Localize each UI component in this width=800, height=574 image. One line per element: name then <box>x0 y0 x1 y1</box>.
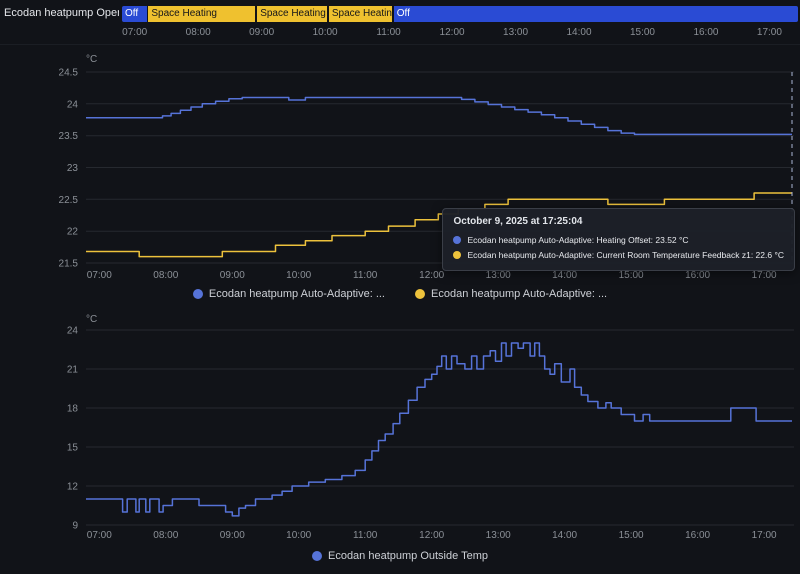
timeline-tick-label: 14:00 <box>566 27 592 38</box>
series-line-0 <box>86 96 792 136</box>
tooltip-row: Ecodan heatpump Auto-Adaptive: Heating O… <box>453 232 784 247</box>
x-tick-label: 08:00 <box>153 530 178 541</box>
x-tick-label: 15:00 <box>619 270 644 281</box>
tooltip-timestamp: October 9, 2025 at 17:25:04 <box>453 216 583 227</box>
x-tick-label: 13:00 <box>486 270 511 281</box>
x-tick-label: 13:00 <box>486 530 511 541</box>
timeline-time-axis: 07:00 08:00 09:00 10:00 11:00 12:00 13:00 14:00… <box>122 27 798 40</box>
y-tick-label: 18 <box>67 404 79 415</box>
timeline-tick-label: 10:00 <box>312 27 338 38</box>
y-tick-label: 21 <box>67 365 79 376</box>
y-tick-label: 12 <box>67 482 79 493</box>
unit-label: °C <box>86 314 97 325</box>
timeline-entity-label[interactable]: Ecodan heatpump Operation Mo... <box>4 7 119 19</box>
chart-tooltip: October 9, 2025 at 17:25:04 Ecodan heatp… <box>442 208 795 271</box>
y-tick-label: 24 <box>67 326 79 337</box>
x-tick-label: 11:00 <box>353 270 378 281</box>
x-tick-label: 09:00 <box>220 270 245 281</box>
timeline-segment-space-heating[interactable]: Space Heating <box>148 6 256 22</box>
y-tick-label: 22 <box>67 227 79 238</box>
timeline-tick-label: 11:00 <box>376 27 401 38</box>
state-timeline-card: Ecodan heatpump Operation Mo... OffSpace… <box>0 0 800 45</box>
y-tick-label: 24.5 <box>59 68 79 79</box>
x-tick-label: 14:00 <box>552 270 577 281</box>
tooltip-dot-icon <box>453 235 462 244</box>
y-tick-label: 23 <box>67 163 79 174</box>
y-tick-label: 22.5 <box>59 195 79 206</box>
legend-item[interactable]: Ecodan heatpump Auto-Adaptive: ... <box>415 288 607 300</box>
legend-item[interactable]: Ecodan heatpump Outside Temp <box>311 550 488 562</box>
timeline-bar[interactable]: Off Space Heating Space Heating Space Heati… <box>122 6 798 22</box>
x-tick-label: 12:00 <box>419 530 444 541</box>
legend-label: Ecodan heatpump Outside Temp <box>327 550 488 562</box>
legend-label: Ecodan heatpump Auto-Adaptive: ... <box>431 288 608 300</box>
timeline-segment-off[interactable]: Off <box>393 6 798 22</box>
x-tick-label: 10:00 <box>286 530 311 541</box>
auto-adaptive-chart-legend: Ecodan heatpump Auto-Adaptive: ... Ecodan… <box>0 288 800 300</box>
x-tick-label: 10:00 <box>286 270 311 281</box>
x-tick-label: 07:00 <box>87 530 112 541</box>
x-tick-label: 09:00 <box>220 530 245 541</box>
tooltip-dot-icon <box>453 250 462 259</box>
outside-temperature-chart: 24 21 18 15 12 9 07:00 08:00 09:00 10:00 11:00 12:0… <box>0 312 800 574</box>
x-tick-label: 12:00 <box>419 270 444 281</box>
x-tick-label: 17:00 <box>752 530 777 541</box>
timeline-tick-label: 16:00 <box>693 27 719 38</box>
timeline-segment-off[interactable]: Off <box>122 6 147 22</box>
y-tick-label: 23.5 <box>59 131 79 142</box>
tooltip-rows: Ecodan heatpump Auto-Adaptive: Heating O… <box>453 232 784 262</box>
auto-adaptive-temperature-chart: 24.5 24 23.5 23 22.5 22 21.5 07:00 08:00 09:00 10:… <box>0 44 800 312</box>
timeline-segment-space-heating[interactable]: Space Heating <box>328 6 392 22</box>
y-tick-label: 24 <box>67 99 79 110</box>
x-tick-label: 17:00 <box>752 270 777 281</box>
legend-dot-icon <box>415 289 425 299</box>
legend-dot-icon <box>311 551 322 561</box>
unit-label: °C <box>86 54 97 65</box>
timeline-tick-label: 13:00 <box>503 27 529 38</box>
timeline-tick-label: 09:00 <box>249 27 275 38</box>
legend-item[interactable]: Ecodan heatpump Auto-Adaptive: ... <box>192 288 385 300</box>
timeline-segment-space-heating[interactable]: Space Heating <box>257 6 327 22</box>
auto-adaptive-chart-canvas[interactable]: 24.5 24 23.5 23 22.5 22 21.5 07:00 08:00 09:00 10:… <box>0 44 800 312</box>
legend-dot-icon <box>192 289 203 299</box>
tooltip-row-text: Ecodan heatpump Auto-Adaptive: Current R… <box>467 249 784 260</box>
x-tick-label: 16:00 <box>685 270 710 281</box>
timeline-tick-label: 07:00 <box>122 27 148 38</box>
tooltip-row: Ecodan heatpump Auto-Adaptive: Current R… <box>453 247 784 262</box>
legend-label: Ecodan heatpump Auto-Adaptive: ... <box>208 288 385 300</box>
x-tick-label: 07:00 <box>87 270 112 281</box>
outside-temp-chart-legend: Ecodan heatpump Outside Temp <box>0 550 800 562</box>
timeline-tick-label: 15:00 <box>629 27 655 38</box>
y-tick-label: 9 <box>72 521 78 532</box>
x-tick-label: 15:00 <box>619 530 644 541</box>
x-tick-label: 16:00 <box>685 530 710 541</box>
timeline-tick-label: 12:00 <box>439 27 465 38</box>
y-tick-label: 15 <box>67 443 79 454</box>
x-tick-label: 11:00 <box>353 530 378 541</box>
x-tick-label: 14:00 <box>552 530 577 541</box>
outside-temp-chart-canvas[interactable]: 24 21 18 15 12 9 07:00 08:00 09:00 10:00 11:00 12:0… <box>0 312 800 574</box>
timeline-tick-label: 17:00 <box>756 27 782 38</box>
y-tick-label: 21.5 <box>59 259 79 270</box>
timeline-tick-label: 08:00 <box>185 27 211 38</box>
x-tick-label: 08:00 <box>153 270 178 281</box>
tooltip-row-text: Ecodan heatpump Auto-Adaptive: Heating O… <box>467 234 689 245</box>
